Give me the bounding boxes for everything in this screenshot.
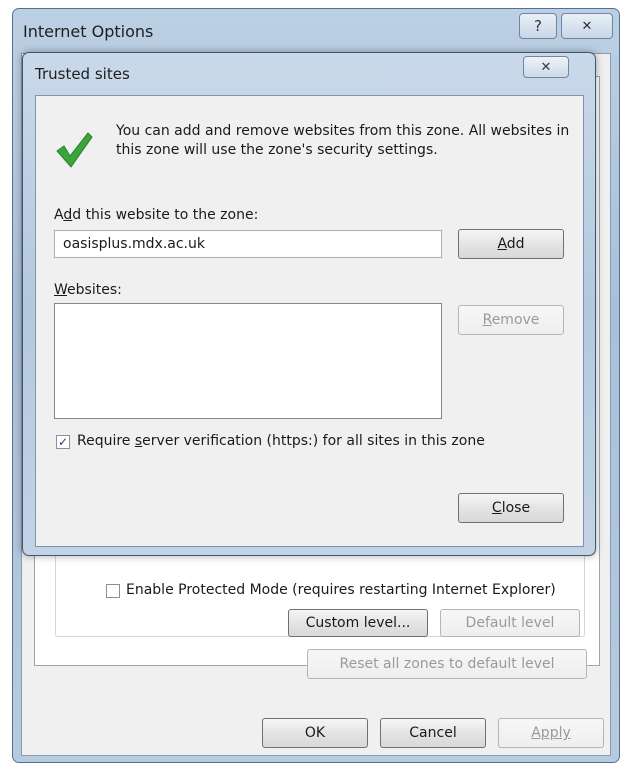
apply-label: Apply <box>531 725 571 741</box>
trusted-sites-dialog: Trusted sites ✕ You can add and remove w… <box>22 52 596 556</box>
reset-all-zones-button[interactable]: Reset all zones to default level <box>307 649 587 679</box>
protected-mode-label: Enable Protected Mode (requires restarti… <box>126 582 556 598</box>
close-button-label: Close <box>491 500 531 516</box>
checkbox-checkmark-icon: ✓ <box>57 435 69 449</box>
zone-info-text: You can add and remove websites from thi… <box>116 123 570 158</box>
cancel-label: Cancel <box>409 725 457 741</box>
ok-label: OK <box>304 725 326 741</box>
add-website-label: Add this website to the zone: <box>54 207 259 223</box>
trusted-sites-close-button[interactable]: ✕ <box>523 56 569 78</box>
custom-level-label: Custom level... <box>305 615 411 631</box>
internet-options-close-button[interactable]: ✕ <box>561 13 613 39</box>
add-button-label: Add <box>497 236 525 252</box>
cancel-button[interactable]: Cancel <box>380 718 486 748</box>
close-icon: ✕ <box>540 59 552 75</box>
protected-mode-checkbox[interactable] <box>106 584 120 598</box>
add-button[interactable]: Add <box>458 229 564 259</box>
help-button[interactable]: ? <box>519 13 557 39</box>
websites-list[interactable] <box>54 303 442 419</box>
remove-button[interactable]: Remove <box>458 305 564 335</box>
require-https-label: Require server verification (https:) for… <box>77 433 485 449</box>
green-checkmark-icon <box>56 132 93 168</box>
default-level-button[interactable]: Default level <box>440 609 580 637</box>
help-icon: ? <box>534 17 542 35</box>
websites-label: Websites: <box>54 282 122 298</box>
add-website-input[interactable] <box>54 230 442 258</box>
apply-button[interactable]: Apply <box>498 718 604 748</box>
ok-button[interactable]: OK <box>262 718 368 748</box>
trusted-sites-title: Trusted sites <box>35 65 130 83</box>
require-https-checkbox[interactable]: ✓ <box>56 435 70 449</box>
close-icon: ✕ <box>581 18 593 34</box>
default-level-label: Default level <box>465 615 555 631</box>
close-button[interactable]: Close <box>458 493 564 523</box>
internet-options-title: Internet Options <box>23 22 154 41</box>
trusted-sites-client: You can add and remove websites from thi… <box>35 95 584 547</box>
custom-level-button[interactable]: Custom level... <box>288 609 428 637</box>
reset-all-zones-label: Reset all zones to default level <box>339 656 555 672</box>
remove-button-label: Remove <box>482 312 540 328</box>
